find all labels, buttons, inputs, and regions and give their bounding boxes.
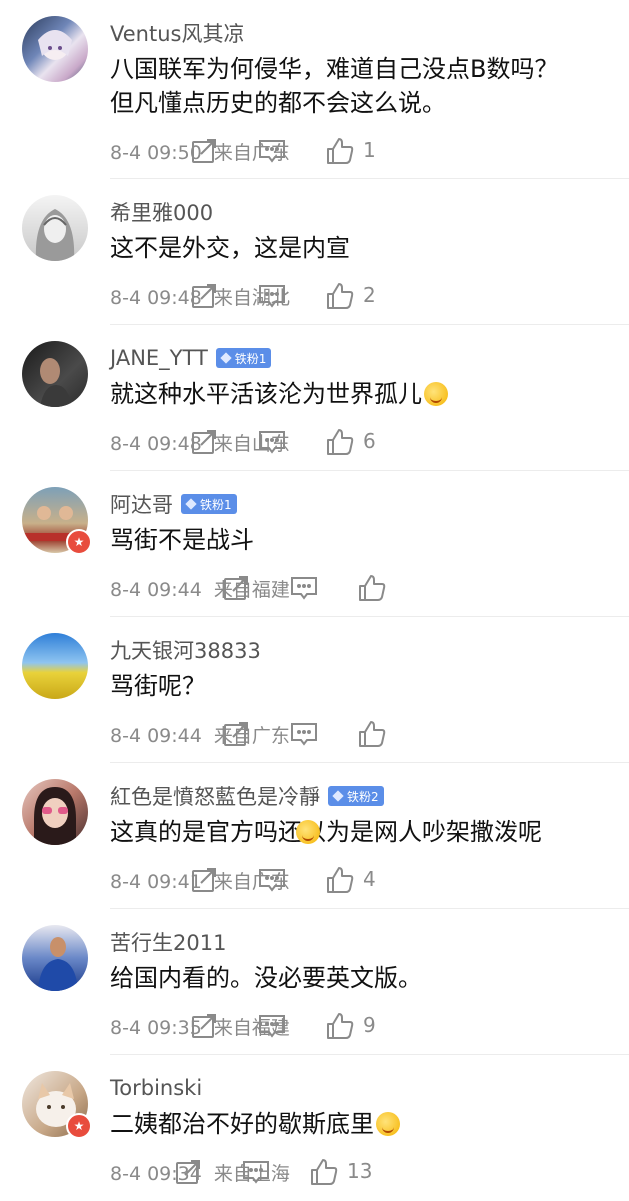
sketch-portrait-avatar-icon — [35, 209, 75, 261]
avatar[interactable] — [22, 779, 88, 845]
like-count: 6 — [363, 429, 376, 453]
thumbs-up-icon[interactable] — [325, 136, 355, 166]
comment-actions: 6 — [109, 427, 629, 461]
comment-reply-icon[interactable] — [289, 573, 319, 603]
username[interactable]: Ventus风其凉 — [110, 18, 244, 48]
thumbs-up-icon[interactable] — [325, 427, 355, 457]
comment-reply-icon[interactable] — [257, 427, 287, 457]
comment-reply-icon[interactable] — [241, 1157, 271, 1187]
star-badge-icon: ★ — [66, 1113, 92, 1139]
comment-reply-icon[interactable] — [257, 136, 287, 166]
comment-text: 给国内看的。没必要英文版。 — [110, 964, 422, 992]
comment-item: ★ Torbinski 二姨都治不好的歇斯底里 8-4 09:34 来自上海 1… — [0, 1055, 629, 1201]
username[interactable]: JANE_YTT — [110, 346, 208, 370]
comment-text: 骂街呢？ — [110, 672, 206, 700]
comment-item: 希里雅000 这不是外交，这是内宣 8-4 09:48 来自湖北 2 — [0, 179, 629, 325]
username[interactable]: 希里雅000 — [110, 197, 213, 227]
share-icon[interactable] — [189, 136, 219, 166]
fan-badge: 铁粉2 — [328, 786, 384, 806]
fan-badge: 铁粉1 — [181, 494, 237, 514]
comment-item: ★ 阿达哥 铁粉1 骂街不是战斗 8-4 09:44 来自福建 — [0, 471, 629, 617]
comment-actions: 1 — [109, 136, 629, 170]
share-icon[interactable] — [189, 865, 219, 895]
comment-actions: 13 — [109, 1157, 629, 1191]
girl-avatar-icon — [34, 787, 76, 845]
comment-item: Ventus风其凉 八国联军为何侵华，难道自己没点B数吗？ 但凡懂点历史的都不会… — [0, 0, 629, 179]
thumbs-up-icon[interactable] — [357, 573, 387, 603]
sweat-smile-emoji-icon — [296, 820, 320, 844]
comment-actions — [109, 719, 629, 753]
like-count: 9 — [363, 1013, 376, 1037]
anime-avatar-icon — [38, 30, 72, 60]
comment-text: 骂街不是战斗 — [110, 526, 254, 554]
comment-item: JANE_YTT 铁粉1 就这种水平活该沦为世界孤儿 8-4 09:48 来自山… — [0, 325, 629, 471]
comment-text: 这不是外交，这是内宣 — [110, 234, 350, 262]
username[interactable]: Torbinski — [110, 1076, 202, 1100]
comment-text: 二姨都治不好的歇斯底里 — [110, 1107, 610, 1141]
thumbs-up-icon[interactable] — [325, 865, 355, 895]
fan-badge: 铁粉1 — [215, 348, 272, 368]
comment-actions: 4 — [109, 865, 629, 899]
avatar[interactable] — [22, 195, 88, 261]
username[interactable]: 九天银河38833 — [110, 635, 261, 665]
diamond-icon — [332, 790, 344, 802]
like-count: 2 — [363, 283, 376, 307]
share-icon[interactable] — [173, 1157, 203, 1187]
diamond-icon — [185, 498, 197, 510]
share-icon[interactable] — [221, 573, 251, 603]
like-count: 4 — [363, 867, 376, 891]
share-icon[interactable] — [189, 281, 219, 311]
thumbs-up-icon[interactable] — [325, 281, 355, 311]
comment-item: 九天银河38833 骂街呢？ 8-4 09:44 来自广东 — [0, 617, 629, 763]
comment-list: Ventus风其凉 八国联军为何侵华，难道自己没点B数吗？ 但凡懂点历史的都不会… — [0, 0, 629, 1201]
comment-text: 就这种水平活该沦为世界孤儿 — [110, 377, 610, 411]
comment-reply-icon[interactable] — [289, 719, 319, 749]
avatar[interactable] — [22, 633, 88, 699]
kiss-emoji-icon — [376, 1112, 400, 1136]
avatar[interactable] — [22, 16, 88, 82]
comment-actions: 9 — [109, 1011, 629, 1045]
comment-item: 苦行生2011 给国内看的。没必要英文版。 8-4 09:35 来自福建 9 — [0, 909, 629, 1055]
share-icon[interactable] — [189, 427, 219, 457]
diamond-icon — [220, 352, 232, 364]
share-icon[interactable] — [221, 719, 251, 749]
username[interactable]: 阿达哥 — [110, 489, 173, 519]
avatar[interactable] — [22, 341, 88, 407]
comment-reply-icon[interactable] — [257, 281, 287, 311]
thumbs-up-icon[interactable] — [325, 1011, 355, 1041]
like-count: 1 — [363, 138, 376, 162]
star-badge-icon: ★ — [66, 529, 92, 555]
comment-actions — [109, 573, 629, 607]
username[interactable]: 紅色是憤怒藍色是冷靜 — [110, 781, 320, 811]
avatar[interactable] — [22, 925, 88, 991]
laugh-cry-emoji-icon — [424, 382, 448, 406]
comment-reply-icon[interactable] — [257, 1011, 287, 1041]
comment-item: 紅色是憤怒藍色是冷靜 铁粉2 这真的是官方吗还以为是网人吵架撒泼呢 8-4 09… — [0, 763, 629, 909]
thumbs-up-icon[interactable] — [309, 1157, 339, 1187]
dark-portrait-avatar-icon — [40, 358, 72, 407]
like-count: 13 — [347, 1159, 373, 1183]
comment-text: 这真的是官方吗还以为是网人吵架撒泼呢 — [110, 818, 542, 846]
thumbs-up-icon[interactable] — [357, 719, 387, 749]
football-player-avatar-icon — [38, 937, 78, 991]
share-icon[interactable] — [189, 1011, 219, 1041]
comment-text: 八国联军为何侵华，难道自己没点B数吗？ 但凡懂点历史的都不会这么说。 — [110, 55, 559, 117]
comment-actions: 2 — [109, 281, 629, 315]
username[interactable]: 苦行生2011 — [110, 927, 226, 957]
comment-reply-icon[interactable] — [257, 865, 287, 895]
